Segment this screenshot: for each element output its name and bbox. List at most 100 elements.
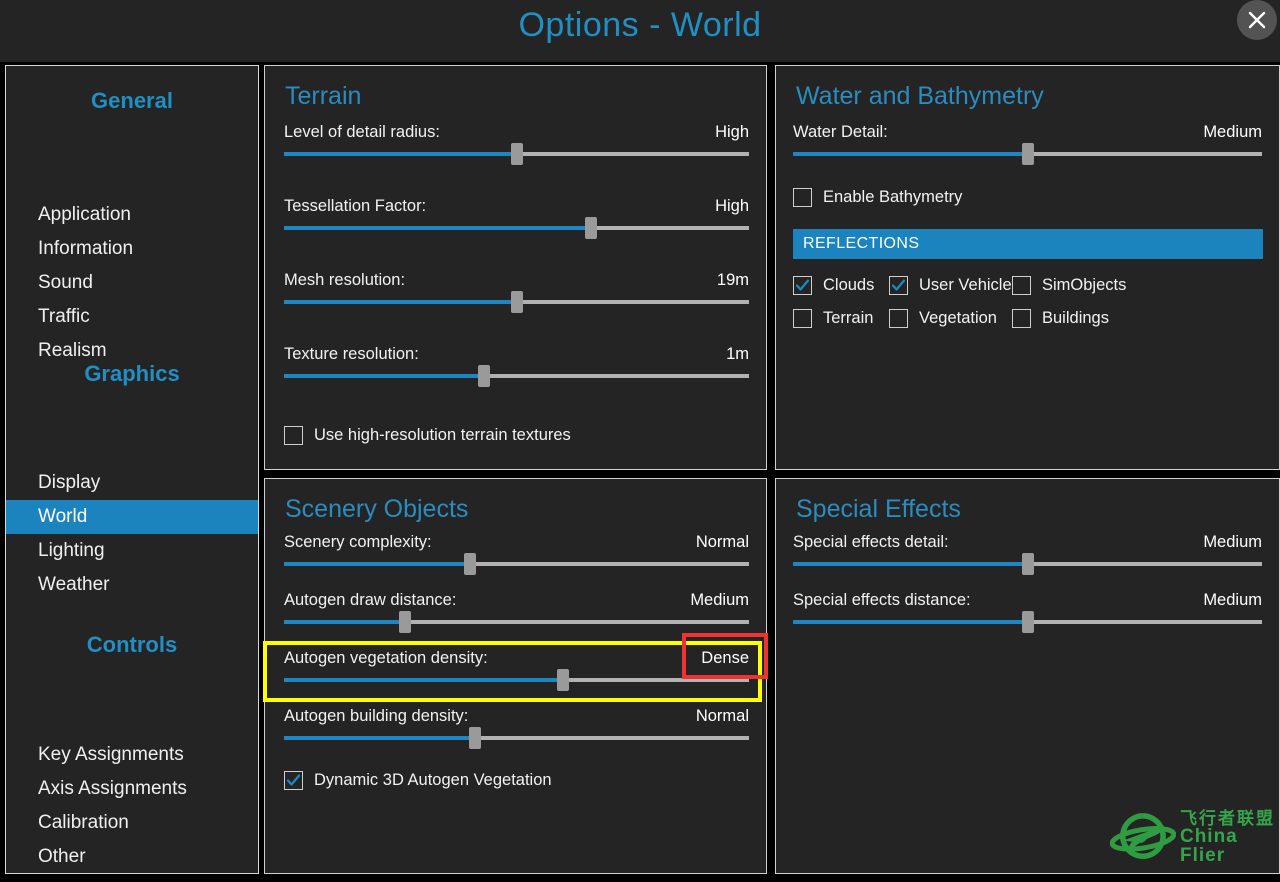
checkbox-box[interactable] [1012, 276, 1031, 295]
checkbox-dynamic-3d-autogen-vegetation[interactable]: Dynamic 3D Autogen Vegetation [284, 771, 552, 790]
sidebar-heading-general: General [91, 88, 173, 113]
sidebar-item-application[interactable]: Application [6, 198, 258, 232]
slider-fill [284, 152, 517, 156]
plane-orbit-logo-icon [1110, 813, 1176, 859]
checkbox-label: Terrain [823, 309, 874, 327]
panel-title: Special Effects [796, 495, 961, 523]
window-title: Options - World [518, 6, 762, 44]
checkbox-reflection-buildings[interactable]: Buildings [1012, 309, 1109, 328]
slider-value: Medium [1203, 123, 1262, 141]
window-titlebar: Options - World [0, 0, 1280, 62]
checkbox-reflection-simobjects[interactable]: SimObjects [1012, 276, 1126, 295]
slider-thumb[interactable] [1021, 143, 1034, 165]
checkbox-label: Clouds [823, 276, 875, 294]
checkbox-box[interactable] [889, 309, 908, 328]
checkbox-reflection-user-vehicle[interactable]: User Vehicle [889, 276, 1012, 295]
panel-title: Scenery Objects [285, 495, 469, 523]
options-window: Options - World General Application Inform… [0, 0, 1280, 882]
slider-fill [284, 562, 470, 566]
panel-title: Water and Bathymetry [796, 82, 1044, 110]
slider-thumb[interactable] [468, 727, 481, 749]
sidebar-heading-graphics: Graphics [84, 361, 180, 386]
sidebar: General Application Information Sound Traffi… [5, 65, 259, 874]
checkbox-use-high-resolution-terrain-textures[interactable]: Use high-resolution terrain textures [284, 426, 571, 445]
checkbox-label: Use high-resolution terrain textures [314, 426, 571, 444]
checkbox-label: Enable Bathymetry [823, 188, 963, 206]
checkbox-box[interactable] [793, 188, 812, 207]
slider-fill [284, 620, 405, 624]
slider-value: Medium [690, 591, 749, 609]
checkbox-label: Vegetation [919, 309, 997, 327]
sidebar-item-information[interactable]: Information [6, 232, 258, 266]
checkbox-enable-bathymetry[interactable]: Enable Bathymetry [793, 188, 962, 207]
slider-fill [284, 374, 484, 378]
slider-fill [284, 678, 563, 682]
reflections-banner-text: REFLECTIONS [803, 235, 920, 252]
sidebar-item-calibration[interactable]: Calibration [6, 806, 258, 840]
sidebar-item-lighting[interactable]: Lighting [6, 534, 258, 568]
watermark-chinese: 飞行者联盟 [1179, 808, 1275, 828]
slider-thumb[interactable] [464, 553, 476, 575]
sidebar-item-display[interactable]: Display [6, 466, 258, 500]
watermark-english: China Flier [1179, 825, 1238, 866]
checkbox-label: User Vehicle [919, 276, 1012, 294]
slider-track-autogen-vegetation-density[interactable] [284, 669, 749, 691]
slider-thumb[interactable] [510, 143, 523, 165]
sidebar-item-axis-assignments[interactable]: Axis Assignments [6, 772, 258, 806]
checkbox-box[interactable] [889, 276, 908, 295]
slider-track-autogen-building-density[interactable] [284, 727, 749, 749]
watermark-logo: 飞行者联盟 China Flier [1110, 808, 1280, 866]
slider-thumb[interactable] [557, 669, 569, 691]
slider-track-texture-resolution[interactable] [284, 365, 749, 387]
slider-thumb[interactable] [510, 291, 523, 313]
slider-thumb[interactable] [477, 365, 490, 387]
sidebar-item-key-assignments[interactable]: Key Assignments [6, 738, 258, 772]
slider-value: 1m [726, 345, 749, 363]
slider-fill [793, 620, 1028, 624]
reflections-banner-label: REFLECTIONS [793, 229, 1263, 259]
slider-thumb[interactable] [1021, 611, 1034, 633]
checkbox-reflection-clouds[interactable]: Clouds [793, 276, 874, 295]
panel-water-bathymetry: Water and Bathymetry Water Detail: Medium E… [775, 65, 1280, 470]
checkbox-box[interactable] [793, 276, 812, 295]
sidebar-item-traffic[interactable]: Traffic [6, 300, 258, 334]
sidebar-heading-controls: Controls [86, 632, 178, 657]
slider-value: Dense [701, 649, 749, 667]
slider-value: Medium [1203, 533, 1262, 551]
slider-track-water-detail[interactable] [793, 143, 1262, 165]
sidebar-item-world[interactable]: World [6, 500, 258, 534]
checkbox-box[interactable] [284, 426, 303, 445]
slider-value: Normal [695, 533, 749, 551]
slider-track-level-of-detail-radius[interactable] [284, 143, 749, 165]
checkbox-box[interactable] [284, 771, 303, 790]
close-icon[interactable] [1237, 0, 1277, 40]
checkbox-box[interactable] [1012, 309, 1031, 328]
sidebar-item-sound[interactable]: Sound [6, 266, 258, 300]
slider-track-tessellation-factor[interactable] [284, 217, 749, 239]
checkbox-label: SimObjects [1042, 276, 1127, 294]
panel-scenery-objects: Scenery Objects Scenery complexity: Normal… [264, 478, 767, 874]
slider-fill [284, 300, 517, 304]
slider-thumb[interactable] [1021, 553, 1034, 575]
checkbox-label: Dynamic 3D Autogen Vegetation [314, 771, 552, 789]
checkbox-label: Buildings [1042, 309, 1109, 327]
slider-track-special-effects-distance[interactable] [793, 611, 1262, 633]
slider-track-mesh-resolution[interactable] [284, 291, 749, 313]
slider-value: High [715, 123, 749, 141]
checkbox-reflection-terrain[interactable]: Terrain [793, 309, 873, 328]
panel-title: Terrain [285, 82, 362, 110]
slider-fill [793, 562, 1028, 566]
slider-track-scenery-complexity[interactable] [284, 553, 749, 575]
sidebar-item-other[interactable]: Other [6, 840, 258, 874]
slider-thumb[interactable] [398, 611, 411, 633]
checkbox-reflection-vegetation[interactable]: Vegetation [889, 309, 997, 328]
slider-thumb[interactable] [584, 217, 597, 239]
slider-fill [793, 152, 1028, 156]
slider-fill [284, 226, 591, 230]
sidebar-item-weather[interactable]: Weather [6, 568, 258, 602]
checkbox-box[interactable] [793, 309, 812, 328]
slider-track-autogen-draw-distance[interactable] [284, 611, 749, 633]
slider-track-special-effects-detail[interactable] [793, 553, 1262, 575]
slider-value: High [715, 197, 749, 215]
slider-fill [284, 736, 475, 740]
